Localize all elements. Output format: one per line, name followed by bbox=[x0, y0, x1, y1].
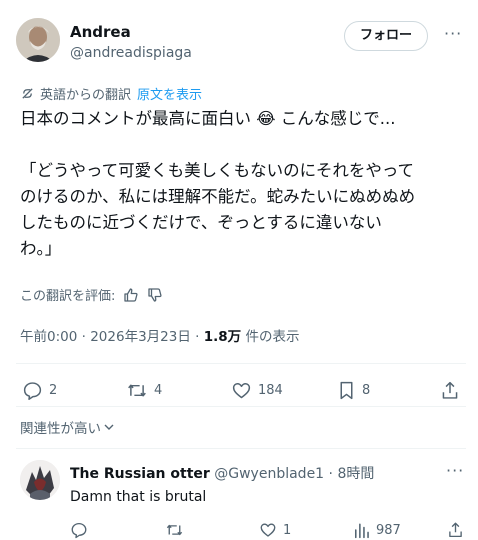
reply-repost-button[interactable] bbox=[165, 521, 184, 539]
views-label: 件の表示 bbox=[245, 329, 300, 345]
more-options-icon[interactable]: ··· bbox=[444, 24, 462, 43]
reply-count: 2 bbox=[49, 383, 58, 398]
post-header: Andrea @andreadispiaga フォロー ··· bbox=[16, 14, 466, 70]
translation-source: 英語からの翻訳 bbox=[40, 88, 132, 103]
divider bbox=[16, 363, 466, 364]
reply-more-options-icon[interactable]: ··· bbox=[446, 461, 464, 480]
share-button[interactable] bbox=[440, 380, 460, 401]
reply-like-count: 1 bbox=[283, 522, 292, 538]
sort-replies-dropdown[interactable]: 関連性が高い bbox=[20, 417, 115, 437]
reply-author-avatar[interactable] bbox=[20, 460, 60, 500]
reply-reply-button[interactable] bbox=[70, 521, 88, 539]
reply-share-button[interactable] bbox=[447, 521, 464, 539]
chevron-down-icon bbox=[104, 424, 114, 430]
rate-translation-label: この翻訳を評価: bbox=[20, 289, 116, 304]
rate-translation-row: この翻訳を評価: bbox=[20, 285, 163, 304]
views-count: 1.8万 bbox=[203, 329, 242, 345]
views-chart-icon bbox=[354, 523, 369, 539]
heart-icon bbox=[260, 523, 276, 537]
reply-views-button[interactable]: 987 bbox=[353, 521, 401, 539]
author-avatar[interactable] bbox=[16, 18, 60, 62]
divider bbox=[16, 406, 466, 407]
share-icon bbox=[449, 522, 462, 538]
bookmark-button[interactable]: 8 bbox=[337, 380, 370, 401]
heart-icon bbox=[232, 383, 251, 399]
like-count: 184 bbox=[258, 383, 283, 398]
thumbs-down-icon[interactable] bbox=[147, 287, 163, 303]
repost-icon bbox=[128, 384, 146, 397]
translate-icon bbox=[22, 88, 33, 99]
author-name[interactable]: Andrea bbox=[70, 23, 131, 41]
sort-label: 関連性が高い bbox=[20, 421, 101, 437]
post-text: 日本のコメントが最高に面白い 😂 こんな感じで... 「どうやって可愛くも美しく… bbox=[20, 109, 416, 258]
post-time[interactable]: 午前0:00 bbox=[20, 329, 77, 345]
reply-time[interactable]: 8時間 bbox=[337, 466, 374, 482]
reply-icon bbox=[71, 522, 87, 539]
post-meta: 午前0:00 · 2026年3月23日 · 1.8万 件の表示 bbox=[20, 325, 299, 345]
reply-author-handle[interactable]: @Gwyenblade1 bbox=[214, 466, 324, 482]
repost-count: 4 bbox=[154, 383, 163, 398]
thumbs-up-icon[interactable] bbox=[123, 287, 139, 303]
post-date[interactable]: 2026年3月23日 bbox=[90, 329, 191, 345]
reply-author-name[interactable]: The Russian otter bbox=[70, 466, 210, 482]
reply-button[interactable]: 2 bbox=[22, 380, 57, 401]
meta-separator: · bbox=[328, 466, 333, 482]
author-handle[interactable]: @andreadispiaga bbox=[70, 45, 192, 61]
show-original-link[interactable]: 原文を表示 bbox=[137, 84, 202, 103]
reply-like-button[interactable]: 1 bbox=[259, 521, 291, 539]
repost-button[interactable]: 4 bbox=[126, 380, 162, 401]
share-icon bbox=[442, 381, 458, 399]
reply-header: The Russian otter @Gwyenblade1 · 8時間 bbox=[70, 463, 374, 483]
reply-icon bbox=[23, 382, 42, 400]
repost-icon bbox=[166, 524, 183, 536]
follow-button[interactable]: フォロー bbox=[344, 21, 428, 51]
meta-separator: · bbox=[81, 329, 86, 345]
bookmark-count: 8 bbox=[362, 383, 371, 398]
bookmark-icon bbox=[340, 381, 353, 400]
like-button[interactable]: 184 bbox=[231, 380, 283, 401]
reply-views-count: 987 bbox=[376, 522, 401, 538]
translation-note: 英語からの翻訳 原文を表示 bbox=[20, 84, 202, 103]
divider bbox=[16, 448, 466, 449]
meta-separator: · bbox=[195, 329, 200, 345]
reply-text: Damn that is brutal bbox=[70, 489, 207, 505]
